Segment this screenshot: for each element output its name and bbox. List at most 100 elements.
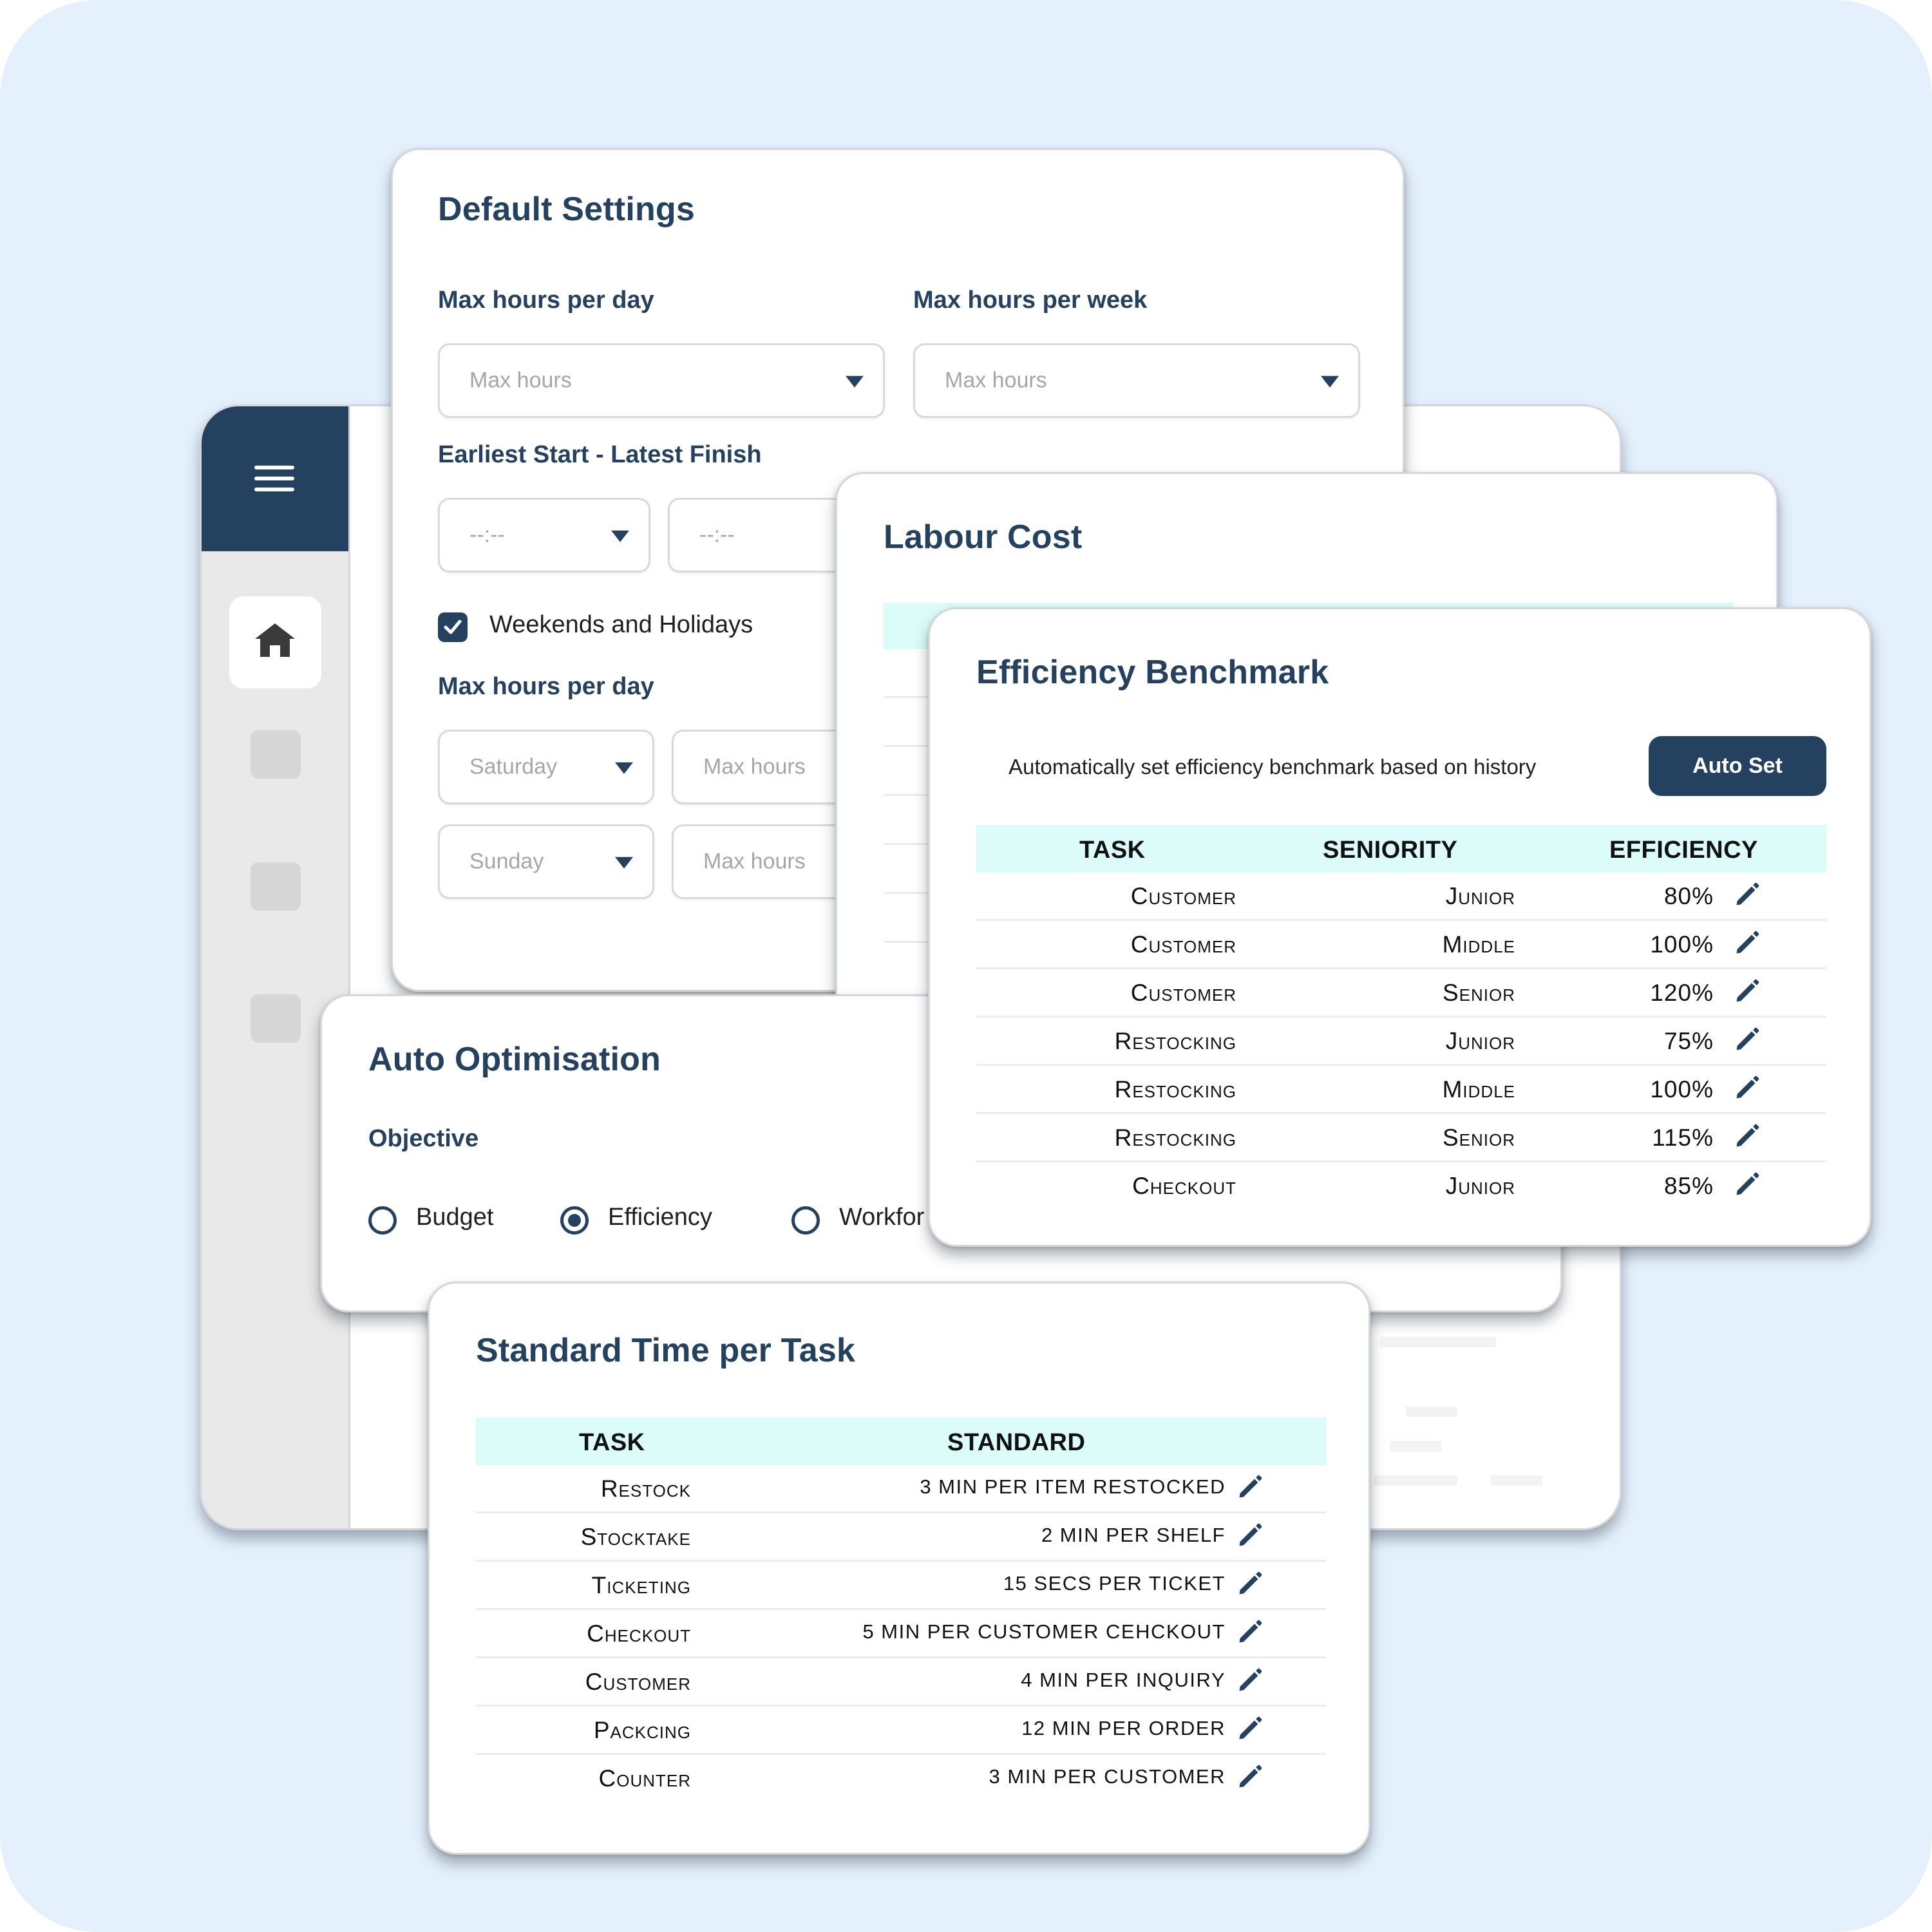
- edit-pencil-icon[interactable]: [1733, 1074, 1761, 1102]
- placeholder: --:--: [699, 522, 735, 547]
- efficiency-cell: 100%: [1650, 1076, 1714, 1103]
- standard-cell: 3 min per customer: [989, 1765, 1226, 1788]
- task-cell: Restocking: [1114, 1124, 1236, 1151]
- table-row: Restocking Junior 75%: [976, 1018, 1826, 1066]
- table-row: Restock 3 min per item restocked: [476, 1465, 1326, 1513]
- column-header: TASK: [1079, 837, 1146, 864]
- edit-pencil-icon[interactable]: [1733, 1025, 1761, 1054]
- max-hours-per-day-select[interactable]: Max hours: [438, 343, 885, 418]
- placeholder: Sunday: [469, 849, 544, 874]
- edit-pencil-icon[interactable]: [1236, 1763, 1264, 1791]
- seniority-cell: Senior: [1442, 980, 1515, 1006]
- chevron-down-icon: [846, 375, 864, 388]
- edit-pencil-icon[interactable]: [1236, 1473, 1264, 1501]
- column-header: SENIORITY: [1323, 837, 1458, 864]
- sidebar-item-placeholder[interactable]: [251, 994, 301, 1043]
- placeholder-bar: [1380, 1337, 1496, 1347]
- table-row: Stocktake 2 min per shelf: [476, 1513, 1326, 1562]
- standard-cell: 2 min per shelf: [1041, 1524, 1226, 1546]
- table-header: TASK SENIORITY EFFICIENCY: [976, 825, 1826, 873]
- seniority-cell: Senior: [1442, 1124, 1515, 1151]
- radio-workforce[interactable]: [791, 1206, 820, 1235]
- placeholder: Max hours: [703, 754, 806, 779]
- chevron-down-icon: [615, 762, 633, 774]
- edit-pencil-icon[interactable]: [1733, 880, 1761, 909]
- table-row: Checkout 5 min per customer cehckout: [476, 1610, 1326, 1658]
- task-cell: Checkout: [587, 1620, 691, 1647]
- efficiency-cell: 80%: [1663, 883, 1714, 909]
- edit-pencil-icon[interactable]: [1733, 1170, 1761, 1198]
- placeholder: Max hours: [703, 849, 806, 874]
- task-cell: Customer: [1130, 931, 1236, 958]
- edit-pencil-icon[interactable]: [1236, 1569, 1264, 1598]
- earliest-start-select[interactable]: --:--: [438, 498, 650, 573]
- hamburger-icon[interactable]: [254, 466, 294, 491]
- max-hours-per-week-label: Max hours per week: [913, 287, 1148, 314]
- task-cell: Customer: [1130, 980, 1236, 1006]
- sidebar-item-home[interactable]: [229, 596, 321, 688]
- card-title: Standard Time per Task: [476, 1332, 856, 1369]
- card-title: Labour Cost: [884, 518, 1083, 556]
- efficiency-cell: 85%: [1663, 1173, 1714, 1199]
- task-cell: Counter: [598, 1765, 691, 1792]
- edit-pencil-icon[interactable]: [1236, 1521, 1264, 1549]
- seniority-cell: Junior: [1445, 883, 1515, 909]
- sunday-select[interactable]: Sunday: [438, 824, 654, 899]
- task-cell: Ticketing: [591, 1572, 691, 1598]
- efficiency-benchmark-card: Efficiency Benchmark Automatically set e…: [928, 607, 1871, 1247]
- task-cell: Restocking: [1114, 1028, 1236, 1054]
- seniority-cell: Middle: [1442, 931, 1515, 958]
- table-row: Counter 3 min per customer: [476, 1755, 1326, 1803]
- task-cell: Restocking: [1114, 1076, 1236, 1103]
- edit-pencil-icon[interactable]: [1733, 1122, 1761, 1150]
- auto-set-description: Automatically set efficiency benchmark b…: [1009, 755, 1537, 779]
- task-cell: Packcing: [593, 1717, 691, 1743]
- sidebar-item-placeholder[interactable]: [251, 862, 301, 911]
- max-hours-per-day-label: Max hours per day: [438, 287, 654, 314]
- chevron-down-icon: [615, 857, 633, 869]
- objective-label: Objective: [368, 1125, 479, 1152]
- edit-pencil-icon[interactable]: [1236, 1666, 1264, 1694]
- table-row: Restocking Senior 115%: [976, 1114, 1826, 1162]
- radio-label: Workfor: [839, 1204, 925, 1231]
- standard-cell: 15 secs per ticket: [1003, 1572, 1226, 1595]
- page-background: Default Settings Max hours per day Max h…: [0, 0, 1932, 1932]
- edit-pencil-icon[interactable]: [1236, 1618, 1264, 1646]
- checkmark-icon: [444, 620, 462, 634]
- card-title: Efficiency Benchmark: [976, 654, 1329, 691]
- weekends-holidays-checkbox[interactable]: [438, 612, 468, 642]
- standard-cell: 4 min per inquiry: [1021, 1669, 1226, 1691]
- edit-pencil-icon[interactable]: [1236, 1714, 1264, 1743]
- edit-pencil-icon[interactable]: [1733, 977, 1761, 1005]
- radio-label: Efficiency: [608, 1204, 712, 1231]
- standard-cell: 12 min per order: [1021, 1717, 1226, 1739]
- placeholder-bar: [1406, 1406, 1457, 1417]
- sidebar-header: [202, 406, 348, 551]
- placeholder: --:--: [469, 522, 505, 547]
- efficiency-cell: 120%: [1650, 980, 1714, 1006]
- card-title: Default Settings: [438, 191, 696, 228]
- sidebar-item-placeholder[interactable]: [251, 730, 301, 779]
- saturday-select[interactable]: Saturday: [438, 730, 654, 804]
- placeholder: Max hours: [945, 368, 1047, 393]
- edit-pencil-icon[interactable]: [1733, 929, 1761, 957]
- table-header: TASK STANDARD: [476, 1417, 1326, 1465]
- table-row: Ticketing 15 secs per ticket: [476, 1562, 1326, 1610]
- max-hours-per-week-select[interactable]: Max hours: [913, 343, 1360, 418]
- auto-set-button[interactable]: Auto Set: [1649, 736, 1826, 796]
- sidebar: [202, 406, 350, 1528]
- radio-budget[interactable]: [368, 1206, 397, 1235]
- table-row: Customer Junior 80%: [976, 873, 1826, 921]
- chevron-down-icon: [1321, 375, 1339, 388]
- task-cell: Customer: [585, 1669, 691, 1695]
- efficiency-cell: 115%: [1652, 1124, 1714, 1151]
- standard-time-card: Standard Time per Task TASK STANDARD Res…: [428, 1282, 1370, 1855]
- seniority-cell: Junior: [1445, 1028, 1515, 1054]
- chevron-down-icon: [611, 530, 629, 542]
- home-icon: [255, 623, 295, 657]
- start-finish-label: Earliest Start - Latest Finish: [438, 441, 762, 468]
- radio-label: Budget: [416, 1204, 494, 1231]
- table-row: Customer Middle 100%: [976, 921, 1826, 969]
- placeholder-bar: [1390, 1441, 1441, 1452]
- radio-efficiency[interactable]: [560, 1206, 589, 1235]
